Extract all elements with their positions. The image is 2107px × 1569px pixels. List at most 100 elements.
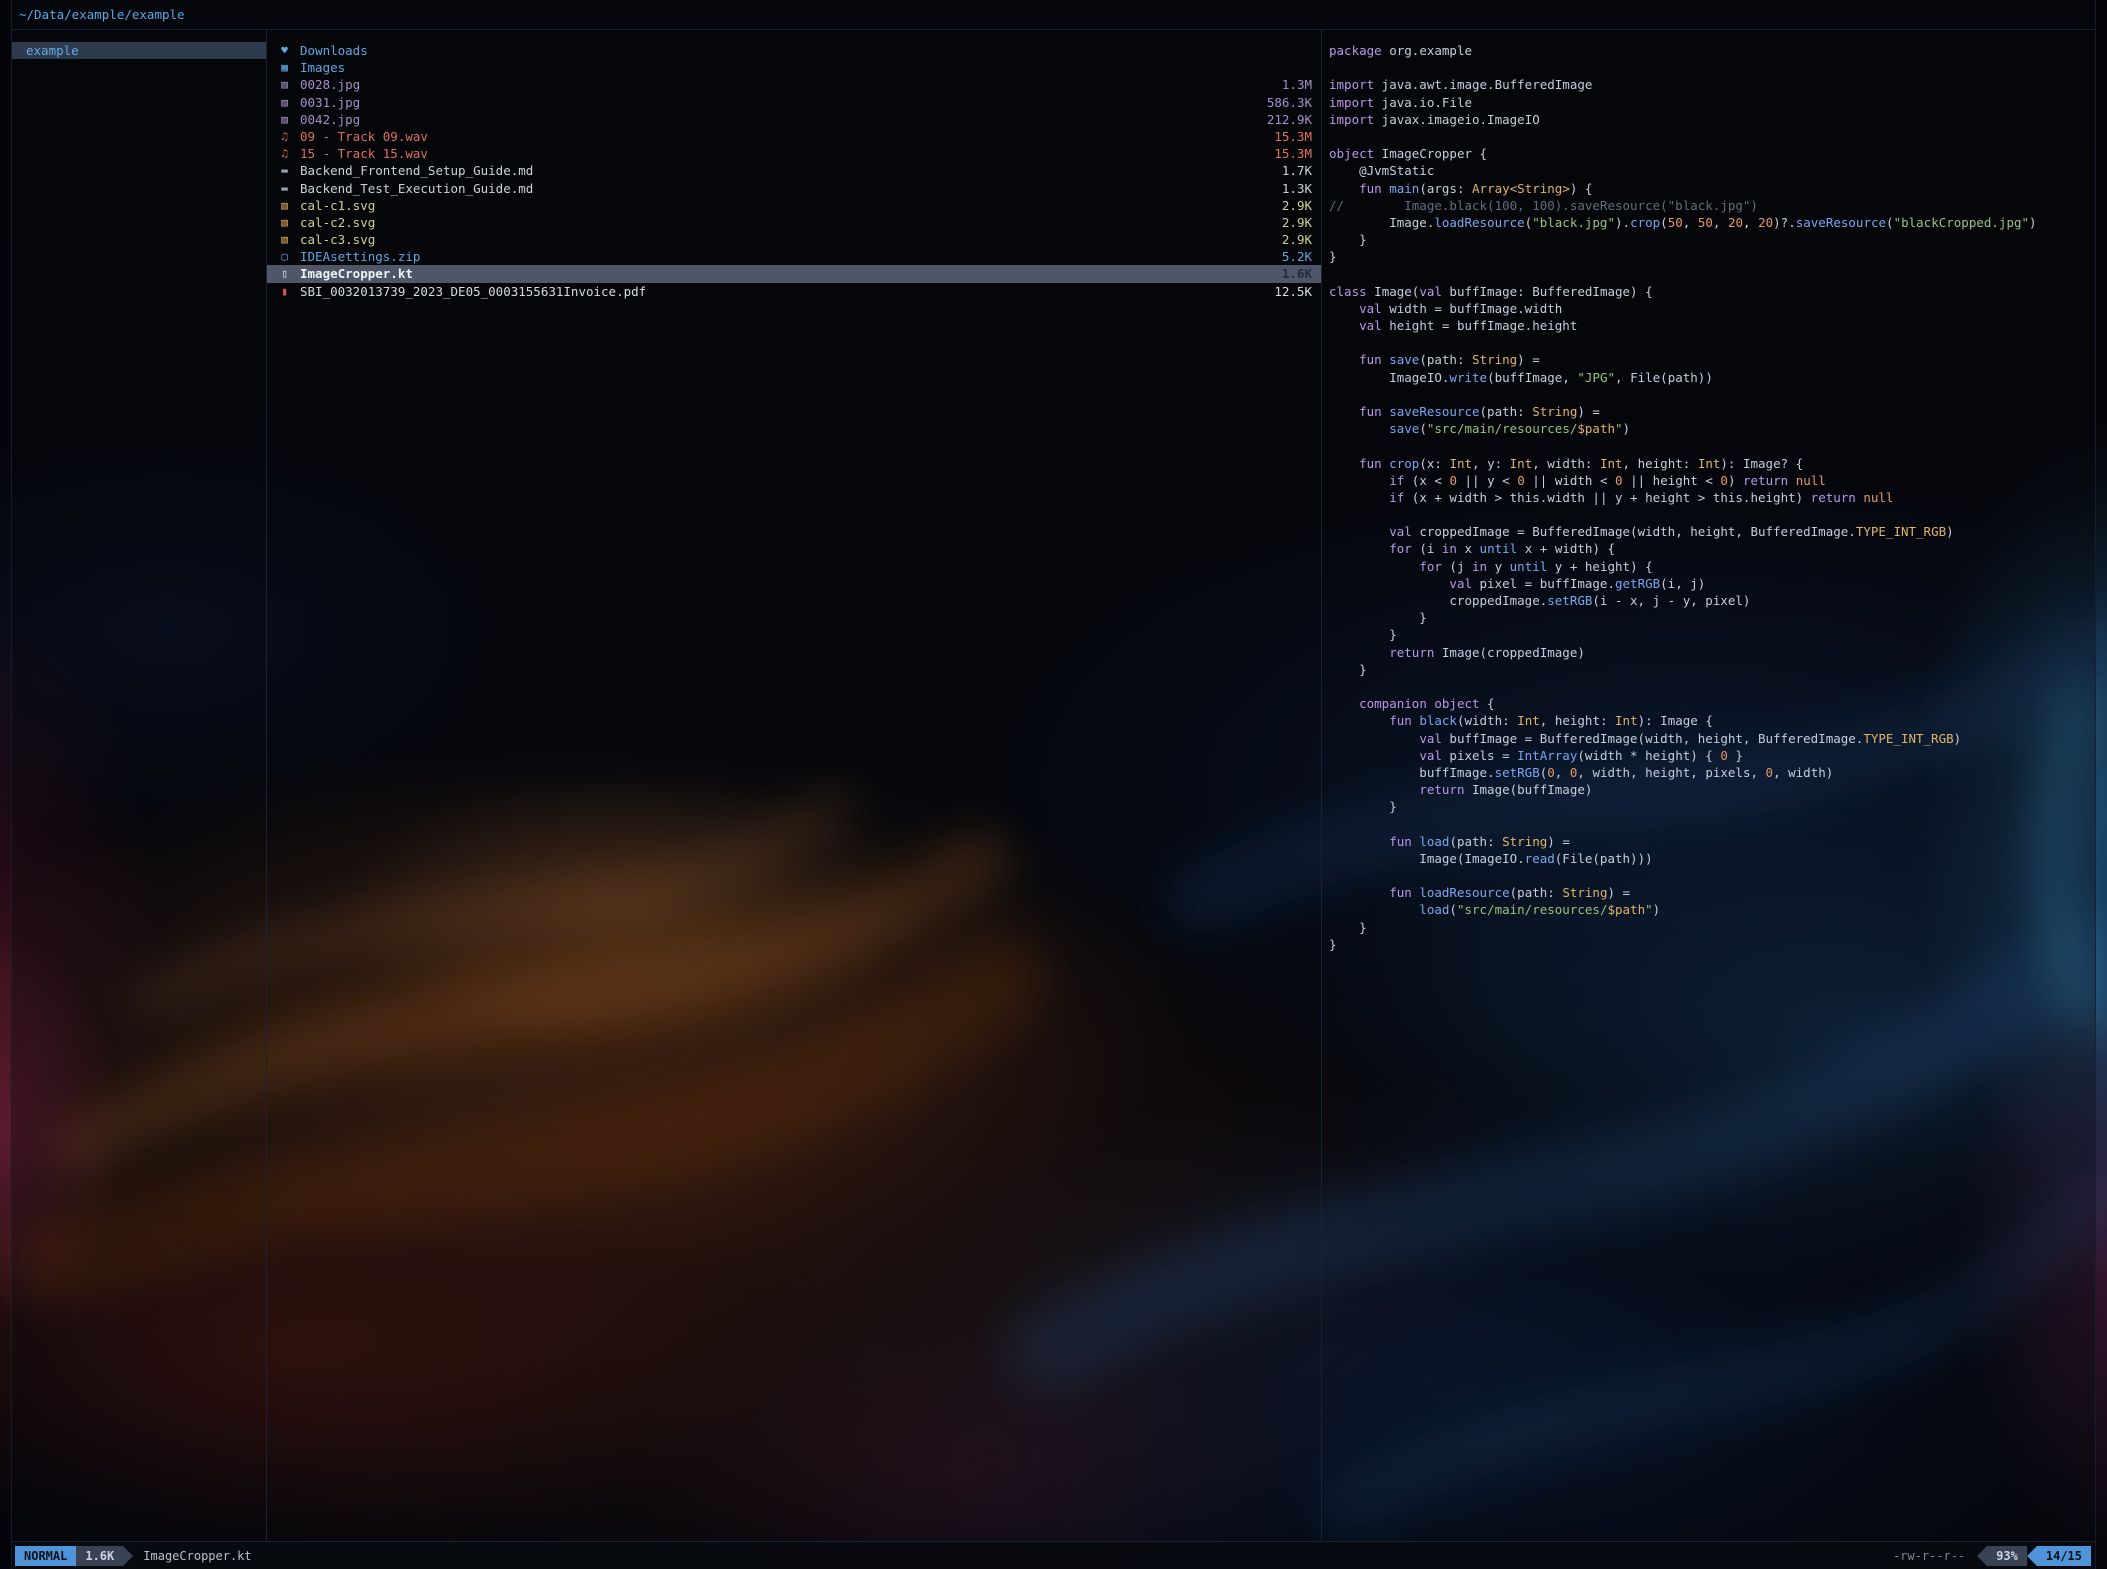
code-line: } [1329,248,2091,265]
code-line [1329,59,2091,76]
code-line: for (j in y until y + height) { [1329,558,2091,575]
scroll-percent-badge: 93% [1987,1546,2027,1566]
code-line: fun save(path: String) = [1329,351,2091,368]
file-name: cal-c3.svg [300,231,1274,248]
parent-item-label: example [26,43,79,58]
image-file-icon: ▨ [277,94,292,111]
file-name: SBI_0032013739_2023_DE05_0003155631Invoi… [300,283,1266,300]
status-filename: ImageCropper.kt [143,1549,251,1563]
code-line: } [1329,609,2091,626]
file-name: 0031.jpg [300,94,1259,111]
code-line: companion object { [1329,695,2091,712]
file-row[interactable]: ♫15 - Track 15.wav15.3M [267,145,1321,162]
file-name: cal-c2.svg [300,214,1274,231]
parent-item-example[interactable]: example [12,42,266,59]
file-preview-pane: package org.example import java.awt.imag… [1322,30,2095,1541]
pdf-file-icon: ▮ [277,283,292,300]
code-line: val croppedImage = BufferedImage(width, … [1329,523,2091,540]
code-line: } [1329,231,2091,248]
file-row[interactable]: ▬Backend_Frontend_Setup_Guide.md1.7K [267,162,1321,179]
audio-file-icon: ♫ [277,128,292,145]
file-row[interactable]: ▬ Backend_Test_Execution_Guide.md 1.3K [267,180,1321,197]
svg-file-icon: ▧ [277,197,292,214]
svg-file-icon: ▧ [277,214,292,231]
code-line: fun main(args: Array<String>) { [1329,180,2091,197]
code-line: @JvmStatic [1329,162,2091,179]
code-line: Image(ImageIO.read(File(path))) [1329,850,2091,867]
image-file-icon: ▨ [277,76,292,93]
file-size: 1.3K [1282,180,1312,197]
code-line: fun saveResource(path: String) = [1329,403,2091,420]
code-line: croppedImage.setRGB(i - x, j - y, pixel) [1329,592,2091,609]
code-line: fun loadResource(path: String) = [1329,884,2091,901]
code-line: } [1329,626,2091,643]
file-permissions: -rw-r--r-- [1893,1549,1965,1563]
code-line [1329,815,2091,832]
kotlin-file-icon: ▯ [277,265,292,282]
status-bar: NORMAL 1.6K ImageCropper.kt -rw-r--r-- 9… [12,1541,2095,1569]
file-size: 15.3M [1274,128,1312,145]
code-line: // Image.black(100, 100).saveResource("b… [1329,197,2091,214]
file-row[interactable]: ▦ Images [267,59,1321,76]
svg-file-icon: ▧ [277,231,292,248]
titlebar: ~/Data/example/example [12,0,2095,30]
file-name: IDEAsettings.zip [300,248,1274,265]
code-line: } [1329,661,2091,678]
zip-file-icon: ▢ [277,248,292,265]
file-name: ImageCropper.kt [300,265,1274,282]
code-line: return Image(buffImage) [1329,781,2091,798]
file-manager-panes: example ♥Downloads▦Images▨0028.jpg1.3M▨0… [12,30,2095,1541]
file-row[interactable]: ▨0028.jpg1.3M [267,76,1321,93]
code-line: for (i in x until x + width) { [1329,540,2091,557]
file-row[interactable]: ▨0042.jpg212.9K [267,111,1321,128]
file-row[interactable]: ▢ IDEAsettings.zip 5.2K [267,248,1321,265]
code-line: save("src/main/resources/$path") [1329,420,2091,437]
code-line: if (x < 0 || y < 0 || width < 0 || heigh… [1329,472,2091,489]
markdown-file-icon: ▬ [277,162,292,179]
code-line: val pixels = IntArray(width * height) { … [1329,747,2091,764]
file-size: 12.5K [1274,283,1312,300]
file-size-badge: 1.6K [76,1546,123,1566]
status-bar-left: NORMAL 1.6K ImageCropper.kt [15,1546,252,1566]
code-line: val width = buffImage.width [1329,300,2091,317]
code-line [1329,334,2091,351]
file-row[interactable]: ▧cal-c2.svg2.9K [267,214,1321,231]
current-path: ~/Data/example/example [19,7,185,22]
code-line: val buffImage = BufferedImage(width, hei… [1329,730,2091,747]
markdown-file-icon: ▬ [277,180,292,197]
file-size: 2.9K [1282,231,1312,248]
file-name: Downloads [300,42,1304,59]
code-line [1329,386,2091,403]
code-line: return Image(croppedImage) [1329,644,2091,661]
file-row[interactable]: ▨0031.jpg586.3K [267,94,1321,111]
file-size: 2.9K [1282,197,1312,214]
file-list-pane: ♥Downloads▦ Images▨0028.jpg1.3M▨ 0031.jpg 5… [267,30,1322,1541]
file-row[interactable]: ▧ cal-c1.svg 2.9K [267,197,1321,214]
file-row[interactable]: ▮ SBI_0032013739_2023_DE05_0003155631Invo… [267,283,1321,300]
file-row[interactable]: ▯ImageCropper.kt1.6K [267,265,1321,282]
folder-images-icon: ▦ [277,59,292,76]
status-bar-right: -rw-r--r-- 93% 14/15 [1893,1546,2091,1566]
code-line: } [1329,936,2091,953]
code-line: val pixel = buffImage.getRGB(i, j) [1329,575,2091,592]
file-row[interactable]: ♥Downloads [267,42,1321,59]
code-line: class Image(val buffImage: BufferedImage… [1329,283,2091,300]
file-row[interactable]: ▧ cal-c3.svg 2.9K [267,231,1321,248]
code-line: } [1329,798,2091,815]
code-line [1329,265,2091,282]
file-name: 15 - Track 15.wav [300,145,1266,162]
file-name: Backend_Test_Execution_Guide.md [300,180,1274,197]
file-size: 5.2K [1282,248,1312,265]
file-name: Images [300,59,1304,76]
code-line: } [1329,919,2091,936]
code-line: object ImageCropper { [1329,145,2091,162]
file-name: 0042.jpg [300,111,1259,128]
code-line [1329,506,2091,523]
powerline-separator-icon [1977,1546,1987,1566]
powerline-separator-icon [2027,1546,2037,1566]
code-line: import java.awt.image.BufferedImage [1329,76,2091,93]
code-line: fun black(width: Int, height: Int): Imag… [1329,712,2091,729]
code-line: ImageIO.write(buffImage, "JPG", File(pat… [1329,369,2091,386]
file-row[interactable]: ♫09 - Track 09.wav15.3M [267,128,1321,145]
file-name: cal-c1.svg [300,197,1274,214]
